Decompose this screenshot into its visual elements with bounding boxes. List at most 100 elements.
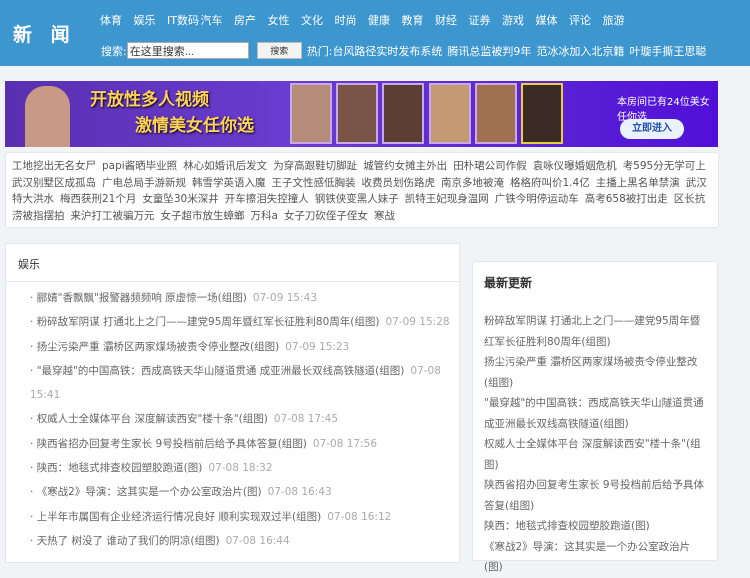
tag-link[interactable]: 梅西获刑21个月 — [60, 193, 136, 205]
tag-link[interactable]: 收费员划伤路虎 — [362, 177, 436, 189]
tag-link[interactable]: 武汉别墅区成孤岛 — [12, 177, 96, 189]
list-item: · 上半年市属国有企业经济运行情况良好 顺利实现双过半(组图) 07-08 16:… — [30, 510, 392, 523]
nav-item[interactable]: IT数码 — [167, 12, 201, 28]
tag-link[interactable]: 田朴珺公司作假 — [453, 160, 527, 172]
hot-link[interactable]: 台风路径实时发布系统 — [332, 45, 442, 58]
list-item: · 陕西省招办回复考生家长 9号投档前后给予具体答复(组图) 07-08 17:5… — [30, 437, 378, 450]
tag-link[interactable]: 考595分无学可上 — [623, 160, 706, 172]
tag-link[interactable]: 钢铁侠变黑人妹子 — [315, 193, 399, 205]
news-date: 07-08 17:56 — [312, 437, 378, 450]
tag-link[interactable]: 广电总局手游新规 — [102, 177, 186, 189]
tag-link[interactable]: 南京多地被淹 — [441, 177, 504, 189]
tag-link[interactable]: papi酱晒毕业照 — [102, 160, 177, 172]
nav-item[interactable]: 游戏 — [502, 12, 536, 28]
panel-title: 最新更新 — [484, 276, 533, 290]
tag-link[interactable]: 王子文性感低胸装 — [272, 177, 356, 189]
news-link[interactable]: 陕西：地毯式排查校园塑胶跑道(图) — [37, 462, 203, 474]
latest-link[interactable]: 权威人士全媒体平台 深度解读西安"楼十条"(组图) — [484, 434, 706, 475]
news-link[interactable]: 上半年市属国有企业经济运行情况良好 顺利实现双过半(组图) — [37, 511, 322, 523]
banner-thumb — [290, 83, 332, 144]
panel-title: 娱乐 — [6, 244, 459, 282]
news-link[interactable]: 天热了 树没了 谁动了我们的阴凉(组图) — [37, 535, 220, 547]
nav-item[interactable]: 女性 — [268, 12, 302, 28]
nav-item[interactable]: 评论 — [569, 12, 603, 28]
news-link[interactable]: 权威人士全媒体平台 深度解读西安"楼十条"(组图) — [37, 413, 268, 425]
nav-item[interactable]: 娱乐 — [134, 12, 168, 28]
list-item: · 粉碎敌军阴谋 打通北上之门——建党95周年暨红军长征胜利80周年(组图) 07… — [30, 316, 450, 329]
header: 新 闻 体育 娱乐 IT数码 汽车 房产 女性 文化 时尚 健康 教育 财经 证券 游戏 媒体 评论 旅游 搜… — [0, 0, 750, 66]
hot-link[interactable]: 叶璇手撕王思聪 — [629, 45, 706, 58]
tag-link[interactable]: 万科a — [251, 210, 278, 222]
banner-enter-button[interactable]: 立即进入 — [620, 119, 684, 139]
latest-link[interactable]: 《寒战2》导演：这其实是一个办公室政治片(图) — [484, 537, 706, 578]
hot-link[interactable]: 范冰冰加入北京籍 — [536, 45, 624, 58]
tag-link[interactable]: 凯特王妃现身温网 — [405, 193, 489, 205]
tag-link[interactable]: 来沪打工被骗万元 — [71, 210, 155, 222]
tag-link[interactable]: 工地挖出无名女尸 — [12, 160, 96, 172]
nav-item[interactable]: 体育 — [100, 12, 134, 28]
nav-item[interactable]: 时尚 — [335, 12, 369, 28]
latest-list: 粉碎敌军阴谋 打通北上之门——建党95周年暨红军长征胜利80周年(组图) 扬尘污染… — [484, 311, 706, 578]
news-link[interactable]: 扬尘污染严重 灞桥区两家煤场被责令停业整改(组图) — [37, 341, 280, 353]
banner-image — [25, 86, 70, 147]
news-date: 07-09 15:28 — [385, 316, 450, 329]
nav-item[interactable]: 教育 — [402, 12, 436, 28]
search-input[interactable] — [126, 42, 249, 59]
tag-link[interactable]: 高考658被打出走 — [585, 193, 668, 205]
latest-link[interactable]: 粉碎敌军阴谋 打通北上之门——建党95周年暨红军长征胜利80周年(组图) — [484, 311, 706, 352]
news-list: · 郦婧"香飘飘"报警器频频响 原虚惊一场(组图) 07-09 15:43 · 粉碎… — [6, 282, 459, 553]
banner-thumb — [521, 83, 563, 144]
news-link[interactable]: 《寒战2》导演：这其实是一个办公室政治片(图) — [37, 486, 262, 498]
hot-links: 台风路径实时发布系统 腾讯总监被判9年 范冰冰加入北京籍 叶璇手撕王思聪 — [332, 43, 711, 59]
tag-link[interactable]: 寒战 — [374, 210, 395, 222]
latest-link[interactable]: "最穿越"的中国高铁：西成高铁天华山隧道贯通 成亚洲最长双线高铁隧道(组图) — [484, 393, 706, 434]
ad-banner[interactable]: 开放性多人视频 激情美女任你选 本房间已有24位美女任你选 立即进入 — [5, 81, 718, 147]
search-button[interactable]: 搜索 — [256, 42, 302, 59]
tag-link[interactable]: 主播上黑名单禁演 — [596, 177, 680, 189]
nav-item[interactable]: 旅游 — [603, 12, 637, 28]
tag-link[interactable]: 为穿高跟鞋切脚趾 — [273, 160, 357, 172]
tag-link[interactable]: 女子刀砍侄子侄女 — [284, 210, 368, 222]
nav-item[interactable]: 财经 — [435, 12, 469, 28]
news-link[interactable]: "最穿越"的中国高铁：西成高铁天华山隧道贯通 成亚洲最长双线高铁隧道(组图) — [37, 365, 405, 377]
tag-link[interactable]: 袁咏仪曝婚姻危机 — [533, 160, 617, 172]
nav-item[interactable]: 健康 — [368, 12, 402, 28]
news-link[interactable]: 郦婧"香飘飘"报警器频频响 原虚惊一场(组图) — [37, 292, 247, 304]
news-date: 07-09 15:43 — [252, 292, 317, 304]
tag-link[interactable]: 广铁今明停运动车 — [495, 193, 579, 205]
banner-thumb — [429, 83, 471, 144]
search-bar: 搜索: 搜索 热门: 台风路径实时发布系统腾讯总监被判9年范冰冰加入北京籍叶璇手… — [101, 42, 711, 59]
nav-item[interactable]: 媒体 — [536, 12, 570, 28]
nav-item[interactable]: 文化 — [301, 12, 335, 28]
tag-link[interactable]: 女子超市放生蟑螂 — [161, 210, 245, 222]
tag-link[interactable]: 女童坠30米深井 — [142, 193, 218, 205]
hot-tags: 工地挖出无名女尸 papi酱晒毕业照 林心如婚讯后发文 为穿高跟鞋切脚趾 城管约女摊主外… — [5, 152, 719, 228]
latest-updates-panel: 最新更新 粉碎敌军阴谋 打通北上之门——建党95周年暨红军长征胜利80周年(组图… — [472, 261, 718, 573]
search-label: 搜索: — [101, 44, 127, 58]
banner-thumb — [475, 83, 517, 144]
tag-link[interactable]: 城管约女摊主外出 — [363, 160, 447, 172]
list-item: · 陕西：地毯式排查校园塑胶跑道(图) 07-08 18:32 — [30, 462, 273, 475]
news-date: 07-08 17:45 — [273, 413, 338, 426]
news-link[interactable]: 粉碎敌军阴谋 打通北上之门——建党95周年暨红军长征胜利80周年(组图) — [37, 316, 380, 328]
news-link[interactable]: 陕西省招办回复考生家长 9号投档前后给予具体答复(组图) — [37, 438, 307, 450]
tag-link[interactable]: 林心如婚讯后发文 — [183, 160, 267, 172]
tag-link[interactable]: 格格府叫价1.4亿 — [510, 177, 590, 189]
latest-link[interactable]: 扬尘污染严重 灞桥区两家煤场被责令停业整改(组图) — [484, 352, 706, 393]
list-item: · 天热了 树没了 谁动了我们的阴凉(组图) 07-08 16:44 — [30, 534, 290, 547]
banner-line2: 激情美女任你选 — [135, 116, 254, 136]
entertainment-panel: 娱乐 · 郦婧"香飘飘"报警器频频响 原虚惊一场(组图) 07-09 15:43 ·… — [5, 243, 460, 563]
site-logo[interactable]: 新 闻 — [13, 20, 76, 47]
news-date: 07-08 18:32 — [208, 462, 273, 475]
tag-link[interactable]: 开车擦泪失控撞人 — [225, 193, 309, 205]
list-item: · 《寒战2》导演：这其实是一个办公室政治片(图) 07-08 16:43 — [30, 486, 332, 499]
list-item: · "最穿越"的中国高铁：西成高铁天华山隧道贯通 成亚洲最长双线高铁隧道(组图)… — [30, 364, 441, 402]
banner-thumb — [336, 83, 378, 144]
tag-link[interactable]: 韩雪学英语入魔 — [192, 177, 266, 189]
latest-link[interactable]: 陕西：地毯式排查校园塑胶跑道(图) — [484, 516, 706, 537]
hot-link[interactable]: 腾讯总监被判9年 — [447, 45, 531, 58]
nav-item[interactable]: 房产 — [234, 12, 268, 28]
nav-item[interactable]: 证券 — [469, 12, 503, 28]
latest-link[interactable]: 陕西省招办回复考生家长 9号投档前后给予具体答复(组图) — [484, 475, 706, 516]
nav-item[interactable]: 汽车 — [201, 12, 235, 28]
